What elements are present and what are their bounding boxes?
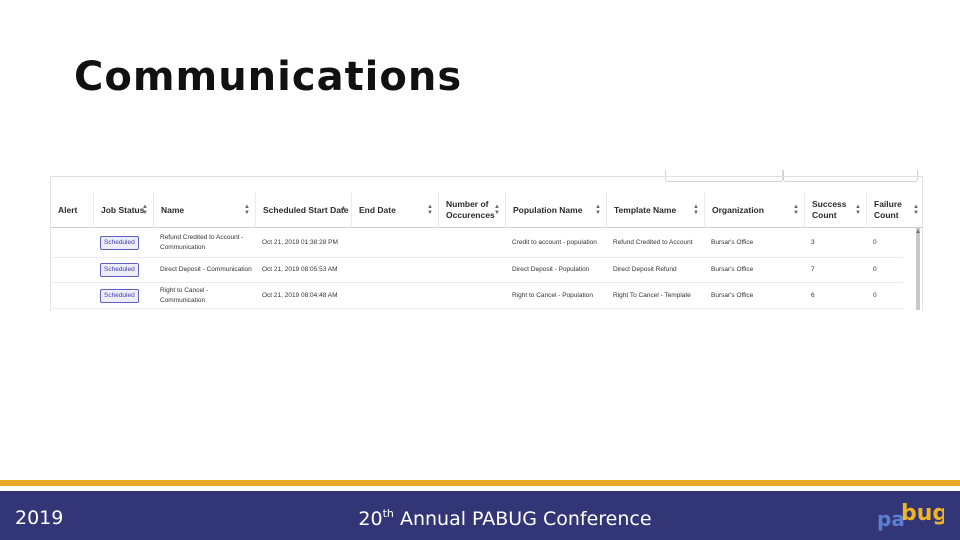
end-date-cell xyxy=(351,258,438,282)
name-cell[interactable]: Direct Deposit - Communication xyxy=(153,258,255,282)
sort-icon[interactable]: ▲ ▼ xyxy=(693,204,699,216)
table-row[interactable]: Scheduled Right to Cancel - Communicatio… xyxy=(51,283,903,309)
alert-cell xyxy=(51,283,93,308)
header-end-date[interactable]: End Date ▲ ▼ xyxy=(351,192,438,228)
sort-icon[interactable]: ▲ ▼ xyxy=(595,204,601,216)
logo-text-right: bug xyxy=(901,501,944,526)
sort-icon[interactable]: ▲ ▼ xyxy=(855,204,861,216)
sort-icon[interactable]: ▲ ▼ xyxy=(913,204,919,216)
start-date-cell: Oct 21, 2019 01:38:28 PM xyxy=(262,238,338,246)
header-label: Alert xyxy=(58,204,78,215)
failure-count-cell: 0 xyxy=(873,238,877,246)
header-alert[interactable]: Alert xyxy=(51,192,93,228)
sort-icon[interactable]: ▲ ▼ xyxy=(427,204,433,216)
header-label: Failure Count xyxy=(874,199,902,220)
header-label: Name xyxy=(161,204,185,215)
header-label: End Date xyxy=(359,204,396,215)
organization-cell: Bursar's Office xyxy=(711,266,754,273)
success-count-cell: 7 xyxy=(811,266,815,273)
header-failure-count[interactable]: Failure Count ▲ ▼ xyxy=(866,192,924,228)
table-row[interactable]: Scheduled Direct Deposit - Communication… xyxy=(51,258,903,283)
population-cell: Credit to account - population xyxy=(512,238,597,246)
sort-ascending-icon[interactable]: ▲ xyxy=(340,205,347,218)
sort-icon[interactable]: ▲ ▼ xyxy=(142,204,148,216)
failure-count-cell: 0 xyxy=(873,266,877,273)
organization-cell: Bursar's Office xyxy=(711,238,754,246)
occurrences-cell xyxy=(438,283,505,308)
failure-count-cell: 0 xyxy=(873,291,877,299)
communications-table: Alert Job Status ▲ ▼ Name ▲ ▼ Scheduled St… xyxy=(50,176,923,311)
header-template-name[interactable]: Template Name ▲ ▼ xyxy=(606,192,704,228)
header-population-name[interactable]: Population Name ▲ ▼ xyxy=(505,192,606,228)
header-label: Scheduled Start Date xyxy=(263,204,349,215)
conference-name: Annual PABUG Conference xyxy=(393,508,652,530)
name-cell[interactable]: Refund Credited to Account - Communicati… xyxy=(153,228,255,257)
header-label: Number of Occurences xyxy=(446,199,495,220)
header-label: Job Status xyxy=(101,204,145,215)
header-label: Success Count xyxy=(812,199,847,220)
population-cell: Direct Deposit - Population xyxy=(512,266,590,273)
vertical-scrollbar[interactable] xyxy=(916,228,920,310)
header-scheduled-start-date[interactable]: Scheduled Start Date ▲ xyxy=(255,192,351,228)
status-cell: Scheduled xyxy=(93,283,153,308)
success-count-cell: 6 xyxy=(811,291,815,299)
header-job-status[interactable]: Job Status ▲ ▼ xyxy=(93,192,153,228)
sort-icon[interactable]: ▲ ▼ xyxy=(793,204,799,216)
template-cell: Right To Cancel - Template xyxy=(613,291,691,299)
pabug-logo: pa bug xyxy=(877,501,944,531)
end-date-cell xyxy=(351,283,438,308)
status-cell: Scheduled xyxy=(93,228,153,257)
conference-ordinal-suffix: th xyxy=(382,507,394,520)
occurrences-cell xyxy=(438,228,505,257)
status-cell: Scheduled xyxy=(93,258,153,282)
header-success-count[interactable]: Success Count ▲ ▼ xyxy=(804,192,866,228)
slide-title: Communications xyxy=(74,54,463,100)
header-label: Template Name xyxy=(614,204,677,215)
header-organization[interactable]: Organization ▲ ▼ xyxy=(704,192,804,228)
status-badge: Scheduled xyxy=(100,235,139,250)
status-badge: Scheduled xyxy=(100,288,139,303)
organization-cell: Bursar's Office xyxy=(711,291,754,299)
header-label: Population Name xyxy=(513,204,583,215)
template-cell: Direct Deposit Refund xyxy=(613,266,677,273)
population-cell: Right to Cancel - Population xyxy=(512,291,593,299)
template-cell: Refund Credited to Account xyxy=(613,238,693,246)
table-header-row: Alert Job Status ▲ ▼ Name ▲ ▼ Scheduled St… xyxy=(51,192,922,228)
status-badge: Scheduled xyxy=(100,263,139,277)
header-name[interactable]: Name ▲ ▼ xyxy=(153,192,255,228)
header-number-of-occurences[interactable]: Number of Occurences ▲ ▼ xyxy=(438,192,505,228)
start-date-cell: Oct 21, 2019 08:05:53 AM xyxy=(262,266,338,273)
end-date-cell xyxy=(351,228,438,257)
success-count-cell: 3 xyxy=(811,238,815,246)
sort-icon[interactable]: ▲ ▼ xyxy=(494,204,500,216)
conference-title: 20th Annual PABUG Conference xyxy=(0,507,960,530)
sort-icon[interactable]: ▲ ▼ xyxy=(244,204,250,216)
occurrences-cell xyxy=(438,258,505,282)
alert-cell xyxy=(51,228,93,257)
table-top-border xyxy=(51,176,922,177)
scroll-up-icon[interactable]: ▲ xyxy=(915,229,921,235)
alert-cell xyxy=(51,258,93,282)
name-cell[interactable]: Right to Cancel - Communication xyxy=(153,283,255,308)
conference-ordinal: 20 xyxy=(358,508,383,530)
header-label: Organization xyxy=(712,204,764,215)
start-date-cell: Oct 21, 2019 08:04:48 AM xyxy=(262,291,338,299)
table-row[interactable]: Scheduled Refund Credited to Account - C… xyxy=(51,228,903,258)
footer-bar: 2019 20th Annual PABUG Conference pa bug xyxy=(0,491,960,540)
